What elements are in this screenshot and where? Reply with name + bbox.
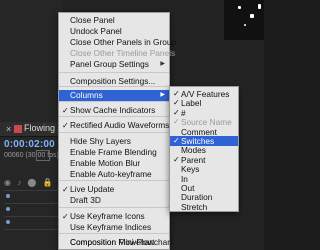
- menu-item-close-other-timeline-panels: Close Other Timeline Panels: [59, 48, 175, 59]
- submenu-arrow-icon: ▶: [160, 92, 165, 98]
- timeline-panel-menu: Close Panel Undock Panel Close Other Panel…: [58, 12, 176, 250]
- menu-item-label: Hide Shy Layers: [70, 136, 131, 146]
- menu-item-label: Close Panel: [70, 15, 115, 25]
- menu-item-columns[interactable]: Columns ▶: [59, 90, 169, 101]
- menu-item-label: Close Other Timeline Panels: [70, 48, 176, 58]
- menu-separator: [59, 233, 169, 234]
- menu-item-label: Use Keyframe Indices: [70, 222, 152, 232]
- menu-item-label: Enable Auto-keyframe: [70, 169, 152, 179]
- visibility-icon[interactable]: [6, 207, 10, 211]
- layer-row-divider: [4, 203, 60, 204]
- menu-item-enable-motion-blur[interactable]: Enable Motion Blur: [59, 158, 169, 169]
- visibility-icon[interactable]: [6, 220, 10, 224]
- columns-submenu: ✓ A/V Features ✓ Label ✓ # ✓ Source Name Comment…: [169, 86, 239, 212]
- menu-item-rectified-audio-waveforms[interactable]: ✓ Rectified Audio Waveforms: [59, 120, 169, 131]
- menu-separator: [59, 207, 169, 208]
- menu-item-use-keyframe-indices[interactable]: Use Keyframe Indices: [59, 222, 169, 233]
- menu-item-label: Rectified Audio Waveforms: [70, 120, 170, 130]
- menu-item-label: Columns: [70, 90, 103, 100]
- layer-row-divider: [4, 216, 60, 217]
- timecode-display[interactable]: 0:00:02:00: [4, 139, 55, 150]
- checkmark-icon: ✓: [62, 121, 69, 130]
- checkmark-icon: ✓: [62, 185, 69, 194]
- column-option-label: Stretch: [181, 201, 208, 212]
- menu-separator: [59, 132, 169, 133]
- frame-info: 00060 (30.00 fps): [4, 152, 59, 159]
- menu-item-show-cache-indicators[interactable]: ✓ Show Cache Indicators: [59, 105, 169, 116]
- comp-color-swatch: [14, 125, 22, 133]
- menu-item-label: Composition Mini-Flowchart: [70, 237, 173, 247]
- layer-switch-icons[interactable]: ◉ ♪ ⬤ 🔒: [4, 178, 55, 187]
- menu-separator: [59, 116, 169, 117]
- menu-separator: [59, 180, 169, 181]
- menu-item-label: Show Cache Indicators: [70, 105, 156, 115]
- checkmark-icon: ✓: [62, 212, 69, 221]
- menu-item-label: Use Keyframe Icons: [70, 211, 145, 221]
- menu-item-label: Undock Panel: [70, 26, 122, 36]
- menu-item-close-panel[interactable]: Close Panel: [59, 15, 169, 26]
- menu-item-panel-group-settings[interactable]: Panel Group Settings ▶: [59, 59, 169, 70]
- menu-separator: [59, 86, 169, 87]
- layer-row-divider: [4, 229, 60, 230]
- menu-item-enable-auto-keyframe[interactable]: Enable Auto-keyframe: [59, 169, 169, 180]
- menu-item-use-keyframe-icons[interactable]: ✓ Use Keyframe Icons: [59, 211, 169, 222]
- menu-item-undock-panel[interactable]: Undock Panel: [59, 26, 169, 37]
- menu-separator: [59, 101, 169, 102]
- menu-item-hide-shy-layers[interactable]: Hide Shy Layers: [59, 136, 169, 147]
- menu-item-label: Enable Motion Blur: [70, 158, 141, 168]
- menu-item-enable-frame-blending[interactable]: Enable Frame Blending: [59, 147, 169, 158]
- menu-item-live-update[interactable]: ✓ Live Update: [59, 184, 169, 195]
- checkmark-icon: ✓: [62, 106, 69, 115]
- search-field[interactable]: [36, 150, 50, 161]
- visibility-icon[interactable]: [6, 194, 10, 198]
- menu-item-label: Draft 3D: [70, 195, 101, 205]
- viewer-sparkle: [244, 24, 246, 26]
- close-icon[interactable]: ×: [6, 124, 11, 134]
- menu-item-close-other-panels-in-group[interactable]: Close Other Panels in Group: [59, 37, 176, 48]
- menu-item-composition-mini-flowchart[interactable]: Composition Mini-Flowchart: [59, 237, 173, 248]
- menu-item-label: Live Update: [70, 184, 115, 194]
- layer-row-divider: [4, 190, 60, 191]
- viewer-sparkle: [258, 4, 261, 9]
- menu-item-draft-3d[interactable]: Draft 3D: [59, 195, 169, 206]
- viewer-sparkle: [238, 6, 241, 9]
- menu-item-label: Close Other Panels in Group: [70, 37, 177, 47]
- submenu-arrow-icon: ▶: [160, 61, 165, 67]
- menu-item-label: Enable Frame Blending: [70, 147, 157, 157]
- menu-separator: [59, 72, 169, 73]
- viewer-sparkle: [250, 14, 254, 18]
- column-option-stretch[interactable]: Stretch: [170, 202, 238, 212]
- menu-item-label: Panel Group Settings: [70, 59, 149, 69]
